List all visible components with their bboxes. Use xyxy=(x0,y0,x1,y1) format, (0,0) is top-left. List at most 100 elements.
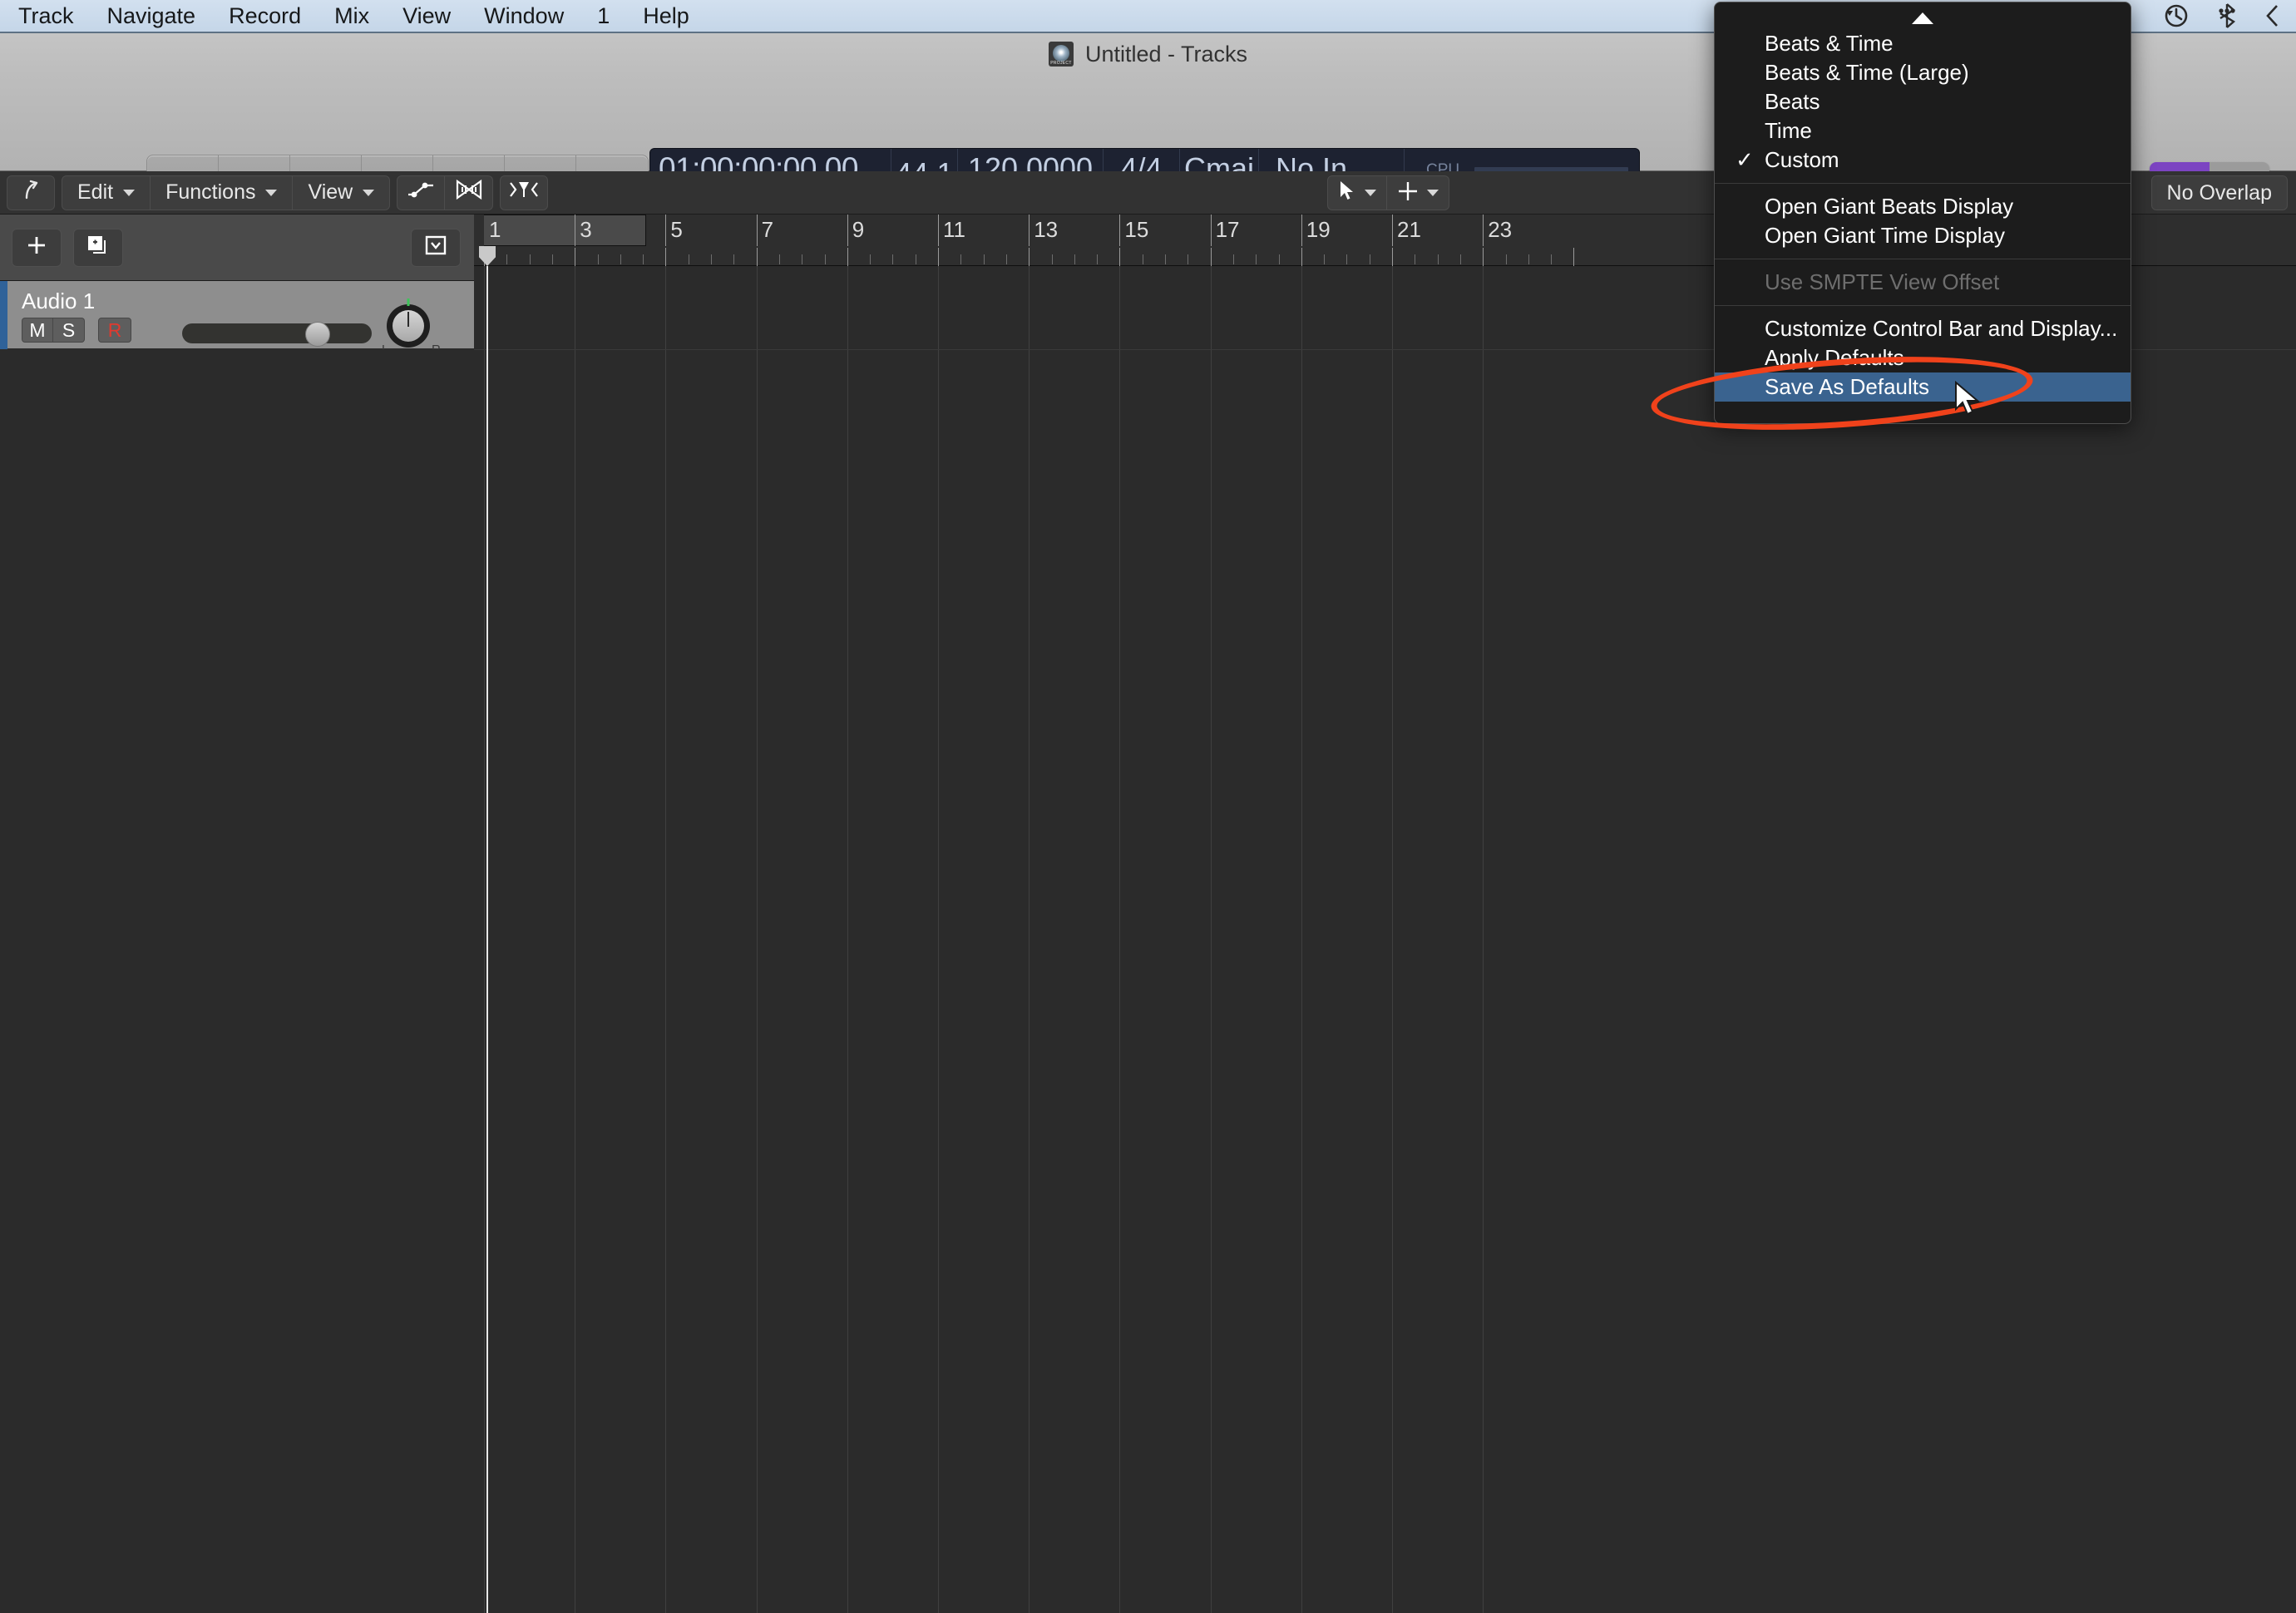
menu-button-functions-label: Functions xyxy=(165,180,256,204)
disclosure-down-icon xyxy=(425,235,447,259)
automation-button[interactable] xyxy=(397,175,446,210)
arrange-bar-line xyxy=(756,266,758,1613)
mute-button[interactable]: M xyxy=(22,318,53,343)
menu-item-label: Beats xyxy=(1765,89,1820,114)
undo-button[interactable] xyxy=(7,175,55,210)
drag-mode-value[interactable]: No Overlap xyxy=(2150,175,2288,210)
ruler-beat-tick xyxy=(1256,254,1257,264)
ruler-beat-tick xyxy=(1074,254,1075,264)
ruler-beat-tick xyxy=(824,254,826,264)
duplicate-track-icon xyxy=(86,234,110,260)
ruler-bar-number: 15 xyxy=(1124,217,1149,242)
menu-bar-status-icons xyxy=(2161,0,2281,32)
chevron-down-icon xyxy=(1427,190,1439,196)
menu-item-label: Use SMPTE View Offset xyxy=(1765,269,2000,294)
track-disclosure-button[interactable] xyxy=(411,228,461,267)
volume-slider-thumb[interactable] xyxy=(305,322,330,347)
menu-item[interactable]: Customize Control Bar and Display... xyxy=(1715,314,2131,343)
ruler-bar-line xyxy=(665,215,667,246)
menu-item[interactable]: Beats & Time xyxy=(1715,29,2131,58)
command-click-tool-button[interactable] xyxy=(1387,175,1449,210)
ruler-beat-tick xyxy=(960,254,962,264)
playhead-handle[interactable] xyxy=(479,246,496,266)
arrange-bar-line xyxy=(938,266,939,1613)
menu-help[interactable]: Help xyxy=(626,0,706,32)
duplicate-track-button[interactable] xyxy=(73,228,123,267)
menu-item-label: Open Giant Beats Display xyxy=(1765,194,2014,219)
record-enable-button[interactable]: R xyxy=(98,318,131,343)
project-disc-icon: PROJECT xyxy=(1048,42,1074,67)
ruler-bar-line xyxy=(1301,215,1302,246)
ruler-beat-tick xyxy=(870,254,871,264)
ruler-beat-tick xyxy=(756,248,758,266)
menu-track[interactable]: Track xyxy=(2,0,91,32)
ruler-beat-tick xyxy=(778,254,780,264)
track-selection-indicator xyxy=(0,281,7,349)
menu-item[interactable]: Open Giant Time Display xyxy=(1715,221,2131,250)
menu-button-functions[interactable]: Functions xyxy=(151,175,294,210)
menu-mix[interactable]: Mix xyxy=(318,0,386,32)
snap-catch-button[interactable] xyxy=(500,175,549,210)
menu-one[interactable]: 1 xyxy=(580,0,626,32)
ruler-beat-tick xyxy=(1097,254,1099,264)
arrange-workspace[interactable] xyxy=(474,266,2296,1613)
ruler-beat-tick xyxy=(983,254,985,264)
track-name-label[interactable]: Audio 1 xyxy=(22,289,95,314)
add-track-button[interactable] xyxy=(12,228,62,267)
undo-arrow-icon xyxy=(20,178,42,207)
menu-view[interactable]: View xyxy=(386,0,467,32)
ruler-beat-tick xyxy=(1483,248,1484,266)
track-list-toolbar xyxy=(0,215,474,281)
chevron-down-icon xyxy=(363,189,375,196)
arrange-bar-line xyxy=(1483,266,1484,1613)
ruler-bar-number: 1 xyxy=(489,217,501,242)
left-click-tool-button[interactable] xyxy=(1327,175,1387,210)
menu-button-edit[interactable]: Edit xyxy=(62,175,151,210)
ruler-bar-number: 23 xyxy=(1488,217,1513,242)
arrange-bar-line xyxy=(1301,266,1302,1613)
time-machine-icon[interactable] xyxy=(2161,2,2190,30)
ruler-bar-number: 3 xyxy=(580,217,592,242)
crosshair-tool-icon xyxy=(1397,180,1419,206)
window-title: Untitled - Tracks xyxy=(1084,41,1248,67)
ruler-bar-line xyxy=(1392,215,1393,246)
track-header-audio-1[interactable]: Audio 1 M S R L R xyxy=(0,281,474,357)
ruler-beat-tick xyxy=(733,254,735,264)
project-icon-label: PROJECT xyxy=(1050,61,1072,66)
ruler-beat-tick xyxy=(1119,248,1121,266)
ruler-beat-tick xyxy=(1437,254,1439,264)
track-volume-slider[interactable] xyxy=(182,322,372,347)
ruler-bar-line xyxy=(1119,215,1121,246)
ruler-beat-tick xyxy=(1051,254,1053,264)
chevron-left-icon[interactable] xyxy=(2264,2,2281,30)
menu-item[interactable]: Beats xyxy=(1715,87,2131,116)
automation-icon xyxy=(407,180,435,205)
track-list-empty-area[interactable] xyxy=(0,349,474,1613)
flex-time-button[interactable] xyxy=(445,175,494,210)
menu-item[interactable]: ✓ Custom xyxy=(1715,146,2131,175)
menu-item[interactable]: Open Giant Beats Display xyxy=(1715,192,2131,221)
ruler-beat-tick xyxy=(597,254,599,264)
scroll-up-arrow-icon[interactable] xyxy=(1912,12,1933,24)
menu-item-label: Beats & Time xyxy=(1765,31,1894,56)
menu-item[interactable]: Time xyxy=(1715,116,2131,146)
menu-item[interactable]: Beats & Time (Large) xyxy=(1715,58,2131,87)
ruler-beat-tick xyxy=(1301,248,1302,266)
menu-item-label: Open Giant Time Display xyxy=(1765,223,2006,248)
ruler-beat-tick xyxy=(643,254,644,264)
bluetooth-icon[interactable] xyxy=(2215,2,2239,30)
track-pan-knob[interactable] xyxy=(387,298,430,348)
menu-window[interactable]: Window xyxy=(467,0,580,32)
menu-button-view[interactable]: View xyxy=(293,175,391,210)
cycle-region[interactable] xyxy=(484,215,646,246)
pan-knob-face xyxy=(393,310,424,342)
menu-navigate[interactable]: Navigate xyxy=(91,0,213,32)
ruler-beat-tick xyxy=(665,248,667,266)
menu-record[interactable]: Record xyxy=(212,0,318,32)
ruler-beat-tick xyxy=(1210,248,1212,266)
ruler-beat-tick xyxy=(1346,254,1348,264)
solo-button[interactable]: S xyxy=(53,318,85,343)
menu-item-label: Beats & Time (Large) xyxy=(1765,60,1969,85)
ruler-beat-tick xyxy=(1505,254,1507,264)
ruler-bar-number: 7 xyxy=(761,217,774,242)
